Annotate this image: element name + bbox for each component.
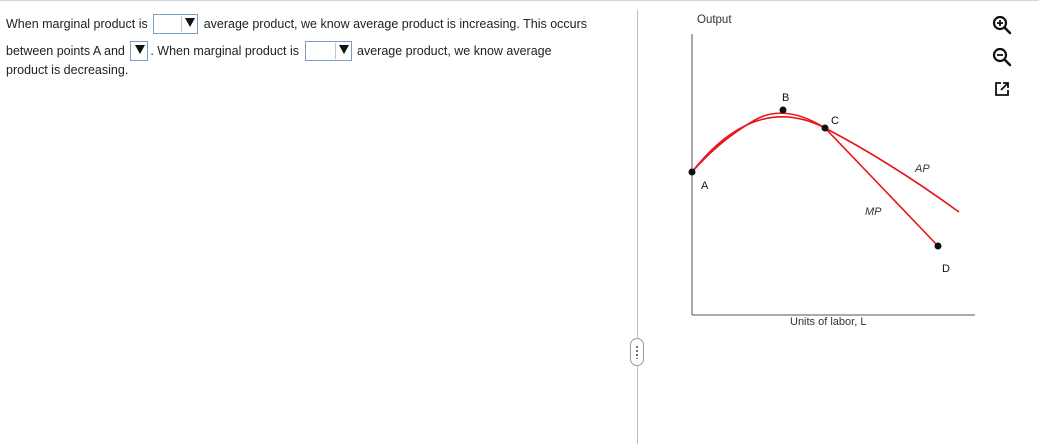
point-d-label: D bbox=[942, 263, 950, 275]
point-c-label: C bbox=[831, 115, 839, 127]
question-text-part: average product, we know average product… bbox=[203, 17, 588, 31]
chevron-down-icon bbox=[338, 44, 349, 54]
zoom-out-button[interactable] bbox=[989, 44, 1015, 70]
marginal-vs-average-dropdown-2[interactable] bbox=[304, 40, 352, 61]
popout-button[interactable] bbox=[989, 76, 1015, 102]
zoom-in-icon bbox=[992, 15, 1012, 35]
point-b-marker bbox=[779, 106, 787, 114]
y-axis-label: Output bbox=[697, 14, 732, 26]
external-link-icon bbox=[995, 82, 1009, 96]
point-a-label: A bbox=[701, 180, 709, 192]
question-text-part: . When marginal product is bbox=[150, 44, 300, 58]
resize-handle[interactable] bbox=[630, 338, 644, 366]
question-text-part: product is decreasing. bbox=[6, 63, 129, 77]
marginal-product-curve bbox=[691, 112, 939, 247]
dropdown-separator bbox=[181, 15, 183, 32]
zoom-out-icon bbox=[992, 47, 1012, 67]
product-curves-graph: Output Units of labor, L A B C D AP MP bbox=[688, 14, 975, 328]
graph-toolbar bbox=[989, 12, 1015, 108]
point-select-dropdown[interactable] bbox=[130, 40, 149, 61]
dropdown-separator bbox=[334, 42, 336, 59]
chevron-down-icon bbox=[135, 44, 146, 54]
point-b-label: B bbox=[782, 92, 789, 104]
question-text: When marginal product is average product… bbox=[6, 11, 631, 77]
question-text-part: average product, we know average bbox=[357, 44, 552, 58]
question-text-part: between points A and bbox=[6, 44, 125, 58]
point-c-marker bbox=[821, 124, 829, 132]
panel-divider[interactable] bbox=[637, 10, 638, 444]
point-a-marker bbox=[688, 168, 696, 176]
point-d-marker bbox=[934, 242, 942, 250]
chevron-down-icon bbox=[185, 17, 196, 27]
marginal-vs-average-dropdown-1[interactable] bbox=[153, 13, 199, 34]
question-text-part: When marginal product is bbox=[6, 17, 148, 31]
mp-curve-label: MP bbox=[865, 206, 882, 218]
drag-dots-icon bbox=[636, 345, 638, 359]
zoom-in-button[interactable] bbox=[989, 12, 1015, 38]
ap-curve-label: AP bbox=[914, 163, 930, 175]
x-axis-label: Units of labor, L bbox=[790, 316, 866, 328]
